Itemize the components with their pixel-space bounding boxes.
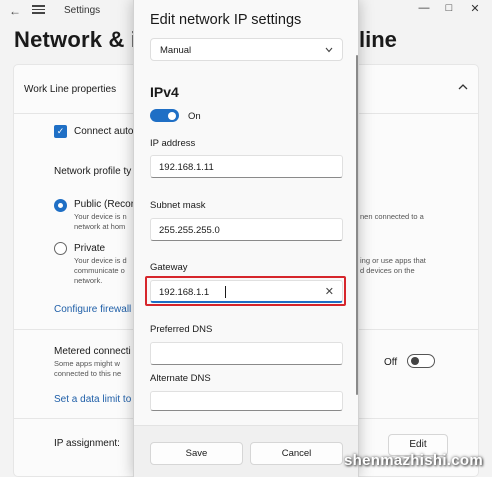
hamburger-menu-icon[interactable]: [32, 3, 45, 15]
ip-mode-value: Manual: [160, 45, 192, 56]
ipv4-heading: IPv4: [150, 84, 179, 100]
ipv4-toggle[interactable]: [150, 109, 179, 122]
public-radio[interactable]: [54, 199, 67, 212]
cancel-button[interactable]: Cancel: [250, 442, 343, 465]
public-description-right: nen connected to a: [360, 212, 424, 221]
gateway-value: 192.168.1.1: [159, 287, 210, 298]
private-radio[interactable]: [54, 242, 67, 255]
preferred-dns-input[interactable]: [150, 342, 343, 365]
alternate-dns-input[interactable]: [150, 391, 343, 411]
ip-mode-dropdown[interactable]: Manual: [150, 38, 343, 61]
connect-auto-label: Connect auto: [74, 126, 134, 137]
ip-address-label: IP address: [150, 138, 196, 149]
private-description-3: network.: [74, 276, 103, 285]
dialog-footer: Save Cancel: [134, 425, 358, 477]
ip-address-input[interactable]: 192.168.1.11: [150, 155, 343, 178]
private-description: Your device is d: [74, 256, 127, 265]
save-button[interactable]: Save: [150, 442, 243, 465]
page-title: Network & in: [14, 27, 151, 52]
subnet-mask-label: Subnet mask: [150, 200, 206, 211]
metered-description: Some apps might w: [54, 359, 120, 368]
connect-auto-checkbox[interactable]: ✓: [54, 125, 67, 138]
metered-connection-label: Metered connecti: [54, 346, 131, 357]
metered-state-label: Off: [384, 357, 398, 368]
private-label: Private: [74, 243, 106, 254]
close-window-icon[interactable]: ✕: [468, 2, 482, 15]
private-description-2: communicate o: [74, 266, 125, 275]
private-description-right-2: d devices on the: [360, 266, 415, 275]
ipv4-toggle-state: On: [188, 111, 201, 122]
data-limit-link[interactable]: Set a data limit to: [54, 394, 131, 405]
configure-firewall-link[interactable]: Configure firewall: [54, 304, 131, 315]
dialog-scrollbar[interactable]: [356, 55, 358, 395]
card-title: Work Line properties: [24, 84, 117, 95]
minimize-icon[interactable]: —: [417, 2, 431, 14]
gateway-label: Gateway: [150, 262, 188, 273]
app-title: Settings: [64, 5, 101, 16]
gateway-input[interactable]: 192.168.1.1 ✕: [150, 280, 343, 303]
text-caret: [225, 286, 226, 298]
arrow-left-icon[interactable]: ←: [9, 4, 21, 18]
edit-ip-dialog: Edit network IP settings Manual IPv4 On …: [133, 0, 359, 477]
public-description: Your device is n: [74, 212, 127, 221]
network-profile-label: Network profile ty: [54, 166, 132, 177]
watermark: shenmazhishi.com: [344, 452, 484, 469]
public-label: Public (Recor: [74, 199, 135, 210]
chevron-down-icon: [325, 47, 333, 53]
subnet-mask-input[interactable]: 255.255.255.0: [150, 218, 343, 241]
ip-address-value: 192.168.1.11: [159, 162, 214, 173]
dialog-title: Edit network IP settings: [150, 12, 302, 28]
private-description-right: ing or use apps that: [360, 256, 426, 265]
page-title-tail: line: [359, 27, 397, 52]
metered-description-2: connected to this ne: [54, 369, 122, 378]
metered-toggle[interactable]: [407, 354, 435, 368]
ip-assignment-label: IP assignment:: [54, 438, 120, 449]
preferred-dns-label: Preferred DNS: [150, 324, 213, 335]
public-description-2: network at hom: [74, 222, 126, 231]
subnet-mask-value: 255.255.255.0: [159, 225, 220, 236]
close-icon[interactable]: ✕: [325, 285, 334, 298]
maximize-icon[interactable]: □: [442, 2, 456, 14]
alternate-dns-label: Alternate DNS: [150, 373, 211, 384]
chevron-up-icon[interactable]: [458, 82, 468, 92]
